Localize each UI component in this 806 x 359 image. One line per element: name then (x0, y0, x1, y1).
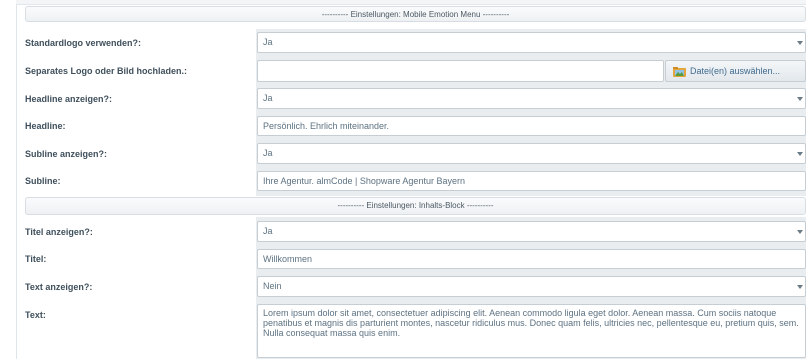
choose-files-label: Datei(en) auswählen... (690, 66, 781, 76)
input-subline[interactable]: Ihre Agentur. almCode | Shopware Agentur… (257, 171, 806, 191)
section-header-mobile-menu: ---------- Einstellungen: Mobile Emotion… (25, 6, 806, 22)
chevron-down-icon (797, 284, 803, 289)
label-text-show: Text anzeigen?: (25, 282, 93, 292)
choose-files-button[interactable]: Datei(en) auswählen... (665, 60, 806, 82)
input-headline[interactable]: Persönlich. Ehrlich miteinander. (257, 116, 806, 136)
label-titel: Titel: (25, 254, 47, 264)
input-titel[interactable]: Willkommen (257, 249, 806, 269)
select-titel-show[interactable]: Ja (257, 221, 806, 242)
chevron-down-icon (797, 96, 803, 101)
chevron-down-icon (797, 229, 803, 234)
section-header-content-block: ---------- Einstellungen: Inhalts-Block … (25, 197, 806, 215)
upload-logo-input[interactable] (257, 60, 664, 82)
select-standardlogo-value: Ja (263, 37, 273, 47)
select-subline-show[interactable]: Ja (257, 143, 806, 164)
select-headline-show[interactable]: Ja (257, 88, 806, 109)
label-subline: Subline: (25, 176, 61, 186)
input-titel-value: Willkommen (263, 254, 313, 264)
select-titel-show-value: Ja (263, 226, 273, 236)
label-headline: Headline: (25, 121, 66, 131)
label-separates-logo: Separates Logo oder Bild hochladen.: (25, 66, 188, 76)
label-headline-show: Headline anzeigen?: (25, 94, 113, 104)
chevron-down-icon (797, 151, 803, 156)
textarea-text[interactable]: Lorem ipsum dolor sit amet, consectetuer… (257, 304, 806, 358)
label-standardlogo: Standardlogo verwenden?: (25, 38, 142, 48)
select-subline-show-value: Ja (263, 148, 273, 158)
label-titel-show: Titel anzeigen?: (25, 227, 93, 237)
input-headline-value: Persönlich. Ehrlich miteinander. (263, 121, 390, 131)
label-text: Text: (25, 310, 46, 320)
top-strip (16, 0, 806, 5)
select-headline-show-value: Ja (263, 93, 273, 103)
select-text-show-value: Nein (263, 281, 282, 291)
label-subline-show: Subline anzeigen?: (25, 149, 108, 159)
select-standardlogo[interactable]: Ja (257, 32, 806, 53)
chevron-down-icon (797, 40, 803, 45)
select-text-show[interactable]: Nein (257, 276, 806, 297)
folder-image-icon (673, 67, 686, 77)
input-subline-value: Ihre Agentur. almCode | Shopware Agentur… (263, 176, 465, 186)
